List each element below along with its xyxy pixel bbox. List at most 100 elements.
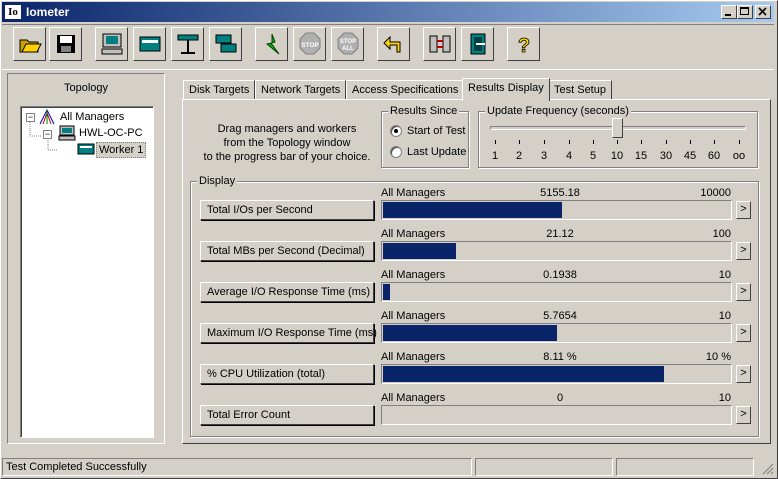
update-frequency-tick xyxy=(569,140,570,144)
metric-arrow-button[interactable]: > xyxy=(736,365,751,383)
close-icon xyxy=(758,7,767,16)
open-button[interactable] xyxy=(13,27,46,61)
metric-bar[interactable] xyxy=(381,405,732,425)
metric-bar[interactable] xyxy=(381,200,732,220)
metric-select-button[interactable]: Total Error Count xyxy=(200,405,374,425)
expander-manager[interactable]: − xyxy=(43,130,52,139)
disconnect-button[interactable] xyxy=(423,27,456,61)
topology-label: Topology xyxy=(63,82,109,94)
update-frequency-tick xyxy=(739,140,740,144)
metric-value: 5.7654 xyxy=(543,310,577,322)
app-icon: Io xyxy=(5,5,21,19)
new-network-worker-button[interactable] xyxy=(171,27,204,61)
update-frequency-legend: Update Frequency (seconds) xyxy=(485,105,631,117)
metric-bar[interactable] xyxy=(381,323,732,343)
results-since-group: Results Since xyxy=(381,105,469,168)
stop-all-icon: STOPALL xyxy=(337,32,359,55)
metric-bar[interactable] xyxy=(381,241,732,261)
metric-arrow-button[interactable]: > xyxy=(736,406,751,424)
update-frequency-tick xyxy=(666,140,667,144)
window-title: Iometer xyxy=(26,5,70,19)
start-button[interactable] xyxy=(255,27,288,61)
resize-grip-icon[interactable] xyxy=(761,462,774,475)
metric-bar-fill xyxy=(383,284,390,300)
worker-disk-icon xyxy=(77,143,95,155)
maximize-button[interactable] xyxy=(737,5,753,19)
radio-last-update[interactable] xyxy=(390,146,402,158)
update-frequency-tick xyxy=(714,140,715,144)
metric-source-label: All Managers xyxy=(381,392,446,404)
title-bar[interactable]: Io Iometer xyxy=(2,2,774,22)
drag-instructions: Drag managers and workers from the Topol… xyxy=(200,122,374,164)
tab-results-display[interactable]: Results Display xyxy=(462,78,550,101)
tree-item-worker[interactable]: Worker 1 xyxy=(96,142,147,158)
exit-button[interactable] xyxy=(461,27,494,61)
metric-bar-fill xyxy=(383,243,456,259)
new-manager-button[interactable] xyxy=(95,27,128,61)
stop-all-icon-label-top: STOP xyxy=(340,39,356,45)
radio-start-of-test[interactable] xyxy=(390,125,402,137)
metric-select-button[interactable]: Average I/O Response Time (ms) xyxy=(200,282,374,302)
tree-item-manager[interactable]: HWL-OC-PC xyxy=(79,127,143,139)
stop-all-button[interactable]: STOP ALL xyxy=(331,27,364,61)
update-frequency-tick-label: oo xyxy=(732,150,746,162)
results-since-legend: Results Since xyxy=(388,105,460,117)
metric-value: 8.11 % xyxy=(543,351,577,363)
metric-select-button[interactable]: Total MBs per Second (Decimal) xyxy=(200,241,374,261)
metric-arrow-button[interactable]: > xyxy=(736,283,751,301)
close-button[interactable] xyxy=(755,5,771,19)
tab-access-specifications[interactable]: Access Specifications xyxy=(346,80,465,100)
help-icon-label: ? xyxy=(518,35,530,56)
duplicate-worker-button[interactable] xyxy=(209,27,242,61)
status-bar: Test Completed Successfully xyxy=(2,458,776,476)
metric-max: 10 xyxy=(718,392,731,404)
metric-select-button[interactable]: Total I/Os per Second xyxy=(200,200,374,220)
metric-value: 0.1938 xyxy=(543,269,577,281)
tab-test-setup[interactable]: Test Setup xyxy=(548,80,612,100)
tree-item-all-managers[interactable]: All Managers xyxy=(60,111,124,123)
metric-bar[interactable] xyxy=(381,282,732,302)
start-icon xyxy=(265,33,280,55)
radio-last-update-label[interactable]: Last Update xyxy=(407,146,466,158)
metric-max: 10 xyxy=(718,269,731,281)
status-pane-2 xyxy=(475,458,613,476)
open-icon xyxy=(19,39,42,53)
metric-select-button[interactable]: Maximum I/O Response Time (ms) xyxy=(200,323,377,343)
new-network-worker-icon xyxy=(177,34,199,54)
update-frequency-tick xyxy=(593,140,594,144)
tab-network-targets[interactable]: Network Targets xyxy=(255,80,347,100)
reset-workers-icon xyxy=(383,35,401,53)
new-disk-worker-icon xyxy=(139,36,161,52)
radio-start-of-test-label[interactable]: Start of Test xyxy=(407,125,466,137)
metric-bar-fill xyxy=(383,202,562,218)
help-button[interactable]: ? xyxy=(507,27,540,61)
exit-icon xyxy=(470,33,486,55)
update-frequency-slider-thumb[interactable] xyxy=(612,118,623,138)
minimize-button[interactable] xyxy=(721,5,737,19)
save-button[interactable] xyxy=(49,27,82,61)
metric-select-button[interactable]: % CPU Utilization (total) xyxy=(200,364,374,384)
metric-arrow-button[interactable]: > xyxy=(736,201,751,219)
tab-disk-targets[interactable]: Disk Targets xyxy=(183,80,256,100)
stop-button[interactable]: STOP xyxy=(293,27,326,61)
update-frequency-tick xyxy=(690,140,691,144)
metric-bar-fill xyxy=(383,366,664,382)
metric-source-label: All Managers xyxy=(381,228,446,240)
metric-arrow-button[interactable]: > xyxy=(736,242,751,260)
metric-arrow-button[interactable]: > xyxy=(736,324,751,342)
metric-value: 5155.18 xyxy=(540,187,580,199)
reset-workers-button[interactable] xyxy=(377,27,410,61)
expander-all-managers[interactable]: − xyxy=(26,113,35,122)
metric-max: 10 % xyxy=(705,351,731,363)
new-disk-worker-button[interactable] xyxy=(133,27,166,61)
new-manager-icon xyxy=(101,33,123,55)
maximize-icon xyxy=(740,7,749,15)
metric-value: 0 xyxy=(556,392,564,404)
manager-computer-icon xyxy=(58,125,76,141)
drag-instructions-line1: Drag managers and workers xyxy=(217,123,357,135)
duplicate-worker-icon xyxy=(215,34,237,53)
metric-source-label: All Managers xyxy=(381,310,446,322)
metric-source-label: All Managers xyxy=(381,351,446,363)
update-frequency-tick xyxy=(519,140,520,144)
metric-bar[interactable] xyxy=(381,364,732,384)
